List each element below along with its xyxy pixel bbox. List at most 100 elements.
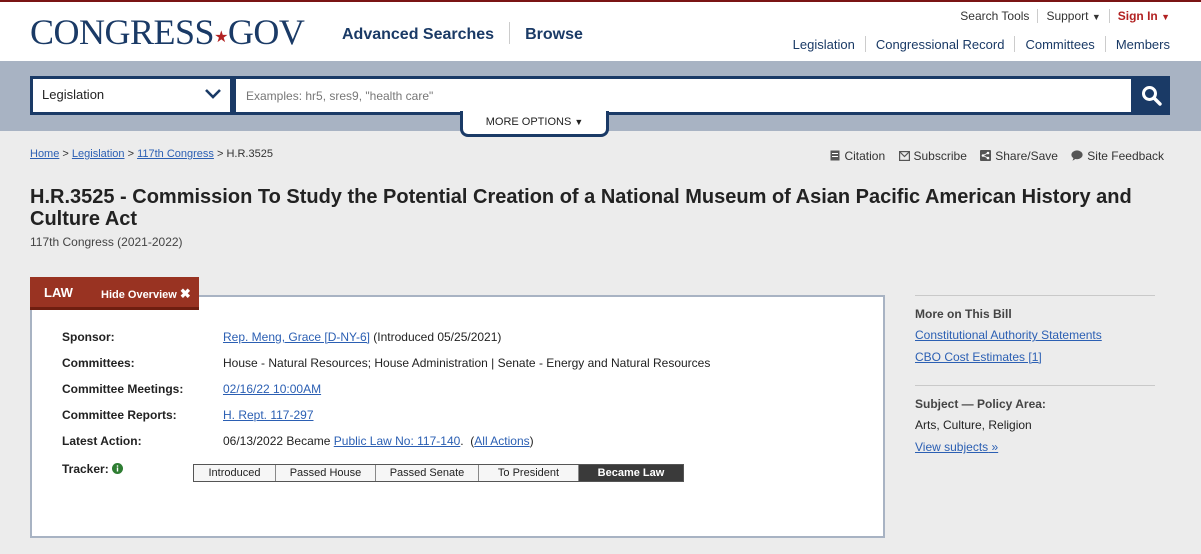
tracker-step-passed-senate: Passed Senate <box>376 465 479 481</box>
latest-action-label: Latest Action: <box>62 434 142 448</box>
citation-label: Citation <box>844 149 886 163</box>
sign-in-menu[interactable]: Sign In ▼ <box>1118 9 1170 23</box>
breadcrumb-sep: > <box>127 148 134 160</box>
breadcrumb-sep: > <box>62 148 69 160</box>
breadcrumb-home[interactable]: Home <box>30 148 59 160</box>
info-icon[interactable] <box>112 463 124 474</box>
tracker-step-to-president: To President <box>479 465 579 481</box>
share-icon <box>980 150 992 161</box>
page-title: H.R.3525 - Commission To Study the Poten… <box>30 186 1132 230</box>
public-law-link[interactable]: Public Law No: 117-140 <box>334 434 461 448</box>
document-icon <box>830 150 840 161</box>
subnav-committees[interactable]: Committees <box>1025 37 1094 52</box>
overview-tab-bar: LAW Hide Overview ✖ <box>30 277 199 310</box>
caret-down-icon: ▼ <box>1091 12 1101 22</box>
meetings-label: Committee Meetings: <box>62 382 184 396</box>
breadcrumb-current: H.R.3525 <box>226 148 273 160</box>
logo-star-icon: ★ <box>214 29 228 46</box>
envelope-icon <box>898 150 910 162</box>
breadcrumb-legislation[interactable]: Legislation <box>72 148 125 160</box>
search-input[interactable] <box>233 76 1134 115</box>
more-options-label: MORE OPTIONS <box>485 116 572 128</box>
sponsor-link[interactable]: Rep. Meng, Grace [D-NY-6] <box>223 330 370 344</box>
search-scope-value: Legislation <box>42 87 105 102</box>
sub-nav: Legislation Congressional Record Committee… <box>793 36 1170 52</box>
subnav-divider <box>864 36 866 52</box>
site-feedback-label: Site Feedback <box>1087 149 1164 163</box>
report-link[interactable]: H. Rept. 117-297 <box>223 408 314 422</box>
nav-advanced-searches[interactable]: Advanced Searches <box>342 26 494 44</box>
support-menu[interactable]: Support ▼ <box>1046 9 1100 23</box>
view-subjects-link[interactable]: View subjects » <box>915 440 998 454</box>
more-options-button[interactable]: MORE OPTIONS ▼ <box>460 111 609 137</box>
search-tools-link[interactable]: Search Tools <box>960 9 1029 23</box>
status-tracker: Introduced Passed House Passed Senate To… <box>193 464 684 482</box>
view-subjects-label: View subjects <box>915 440 989 454</box>
chevron-down-icon <box>205 89 221 99</box>
subscribe-label: Subscribe <box>913 149 967 163</box>
logo-tld: GOV <box>227 12 305 52</box>
share-save-label: Share/Save <box>995 149 1058 163</box>
nav-divider <box>509 22 511 44</box>
caret-down-icon: ▼ <box>1161 12 1170 22</box>
reports-label: Committee Reports: <box>62 408 177 422</box>
sidebar-divider <box>915 385 1155 386</box>
breadcrumb-sep: > <box>216 148 224 160</box>
constitutional-authority-link[interactable]: Constitutional Authority Statements <box>915 328 1102 342</box>
nav-browse[interactable]: Browse <box>525 26 583 44</box>
law-status-label: LAW <box>44 285 73 300</box>
subnav-congressional-record[interactable]: Congressional Record <box>876 37 1005 52</box>
speech-bubble-icon <box>1071 150 1083 161</box>
latest-action-text: 06/13/2022 Became <box>223 434 331 448</box>
congress-session: 117th Congress (2021-2022) <box>30 235 183 249</box>
subject-heading: Subject — Policy Area: <box>915 397 1046 411</box>
hide-overview-label: Hide Overview <box>101 289 177 301</box>
util-divider <box>1037 9 1039 23</box>
subscribe-tool[interactable]: Subscribe <box>898 149 967 163</box>
overview-panel: Sponsor: Rep. Meng, Grace [D-NY-6] (Intr… <box>30 295 885 538</box>
all-actions-link[interactable]: All Actions <box>474 434 529 448</box>
share-save-tool[interactable]: Share/Save <box>980 149 1058 163</box>
subnav-divider <box>1104 36 1106 52</box>
site-header: CONGRESS★GOV Advanced Searches Browse Sea… <box>0 2 1201 61</box>
search-scope-select[interactable]: Legislation <box>30 76 233 115</box>
citation-tool[interactable]: Citation <box>830 149 885 163</box>
sponsor-label: Sponsor: <box>62 330 115 344</box>
page-tools: Citation Subscribe Share/Save Site Feedb… <box>820 149 1164 163</box>
policy-area-value: Arts, Culture, Religion <box>915 418 1032 432</box>
sidebar-divider <box>915 295 1155 296</box>
latest-action-value: 06/13/2022 Became Public Law No: 117-140… <box>223 434 534 448</box>
breadcrumb-congress[interactable]: 117th Congress <box>137 148 214 160</box>
chevron-down-icon: ▼ <box>574 117 584 127</box>
subject-section: Subject — Policy Area: Arts, Culture, Re… <box>915 385 1155 454</box>
committees-value: House - Natural Resources; House Adminis… <box>223 356 711 370</box>
main-nav: Advanced Searches Browse <box>342 22 583 44</box>
utility-nav: Search Tools Support ▼ Sign In ▼ <box>960 9 1170 23</box>
site-feedback-tool[interactable]: Site Feedback <box>1071 149 1164 163</box>
subnav-members[interactable]: Members <box>1116 37 1170 52</box>
search-button[interactable] <box>1133 76 1170 115</box>
support-label: Support <box>1046 9 1089 23</box>
more-on-bill-section: More on This Bill Constitutional Authori… <box>915 295 1155 364</box>
sponsor-value: Rep. Meng, Grace [D-NY-6] (Introduced 05… <box>223 330 501 344</box>
tracker-label-text: Tracker: <box>62 462 109 476</box>
logo-text: CONGRESS <box>30 12 215 52</box>
meeting-link[interactable]: 02/16/22 10:00AM <box>223 382 321 396</box>
congress-gov-logo[interactable]: CONGRESS★GOV <box>30 12 305 58</box>
sign-in-label: Sign In <box>1117 9 1158 23</box>
cbo-cost-estimates-link[interactable]: CBO Cost Estimates [1] <box>915 350 1042 364</box>
subnav-legislation[interactable]: Legislation <box>793 37 855 52</box>
tracker-step-introduced: Introduced <box>194 465 276 481</box>
double-chevron-right-icon: » <box>991 440 999 454</box>
tracker-step-passed-house: Passed House <box>276 465 376 481</box>
breadcrumb: Home > Legislation > 117th Congress > H.… <box>30 148 273 160</box>
subnav-divider <box>1014 36 1016 52</box>
util-divider <box>1108 9 1110 23</box>
tracker-step-became-law: Became Law <box>579 465 683 481</box>
close-icon: ✖ <box>179 286 191 301</box>
more-on-bill-heading: More on This Bill <box>915 307 1012 321</box>
committees-label: Committees: <box>62 356 135 370</box>
search-icon <box>1142 86 1162 106</box>
sponsor-intro-date: (Introduced 05/25/2021) <box>373 330 502 344</box>
hide-overview-button[interactable]: Hide Overview ✖ <box>101 286 191 302</box>
